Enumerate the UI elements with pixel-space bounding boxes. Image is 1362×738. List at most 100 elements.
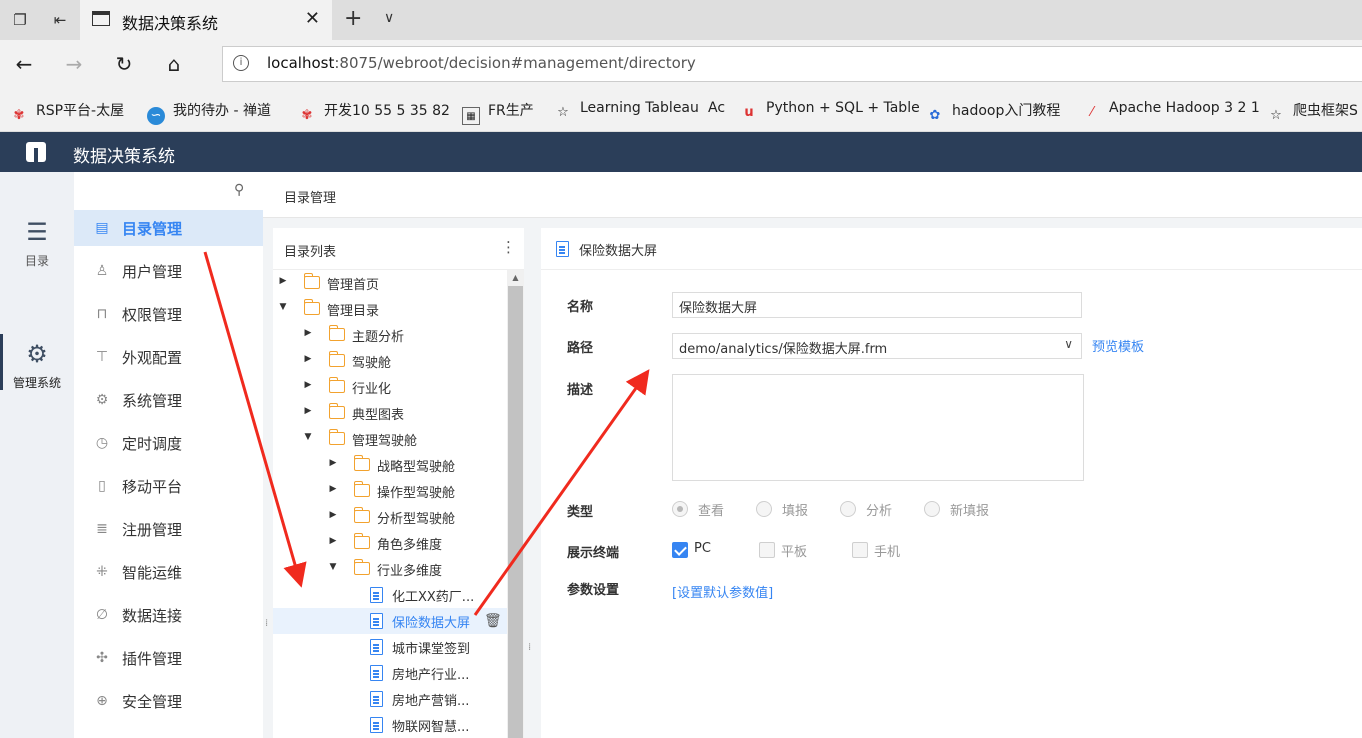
- menu-item-appearance[interactable]: ⊤ 外观配置: [74, 339, 263, 375]
- menu-item-data-connection[interactable]: ∅ 数据连接: [74, 597, 263, 633]
- folder-icon: [353, 455, 370, 471]
- tree-file-row[interactable]: 化工XX药厂...: [273, 582, 507, 608]
- gear-icon: ⚙: [26, 340, 48, 368]
- more-vertical-icon[interactable]: ⋮: [501, 238, 516, 256]
- back-arrow-icon[interactable]: ←: [12, 52, 36, 76]
- tab-list-chevron-icon[interactable]: ∨: [384, 10, 394, 26]
- menu-item-mobile[interactable]: ▯ 移动平台: [74, 468, 263, 504]
- bookmark-item[interactable]: Ac: [708, 100, 725, 120]
- scroll-thumb[interactable]: [508, 286, 523, 738]
- tab-actions-icon[interactable]: ❐: [10, 10, 30, 30]
- tree-file-row[interactable]: 物联网智慧...: [273, 712, 507, 738]
- bookmark-item[interactable]: ✾ RSP平台-太屋: [10, 100, 125, 123]
- management-menu: ⚲ ▤ 目录管理 ♙ 用户管理 ⊓ 权限管理 ⊤ 外观配置 ⚙ 系统管理 ◷ 定…: [74, 172, 263, 738]
- menu-item-schedule[interactable]: ◷ 定时调度: [74, 425, 263, 461]
- rail-item-directory[interactable]: ☰ 目录: [0, 218, 74, 269]
- browser-tab[interactable]: 数据决策系统 ✕: [80, 0, 332, 40]
- bookmark-item[interactable]: u Python + SQL + Table: [740, 100, 919, 120]
- description-textarea[interactable]: [672, 374, 1084, 481]
- tree-file-row[interactable]: 房地产行业...: [273, 660, 507, 686]
- menu-item-user[interactable]: ♙ 用户管理: [74, 253, 263, 289]
- menu-item-directory[interactable]: ▤ 目录管理: [74, 210, 263, 246]
- resize-handle-icon[interactable]: ⁞: [528, 642, 531, 653]
- name-input[interactable]: 保险数据大屏: [672, 292, 1082, 318]
- caret-right-icon[interactable]: ▶: [303, 380, 313, 390]
- radio-dot: [840, 501, 856, 517]
- site-info-icon[interactable]: i: [233, 55, 249, 71]
- set-aside-tabs-icon[interactable]: ⇤: [50, 10, 70, 30]
- refresh-icon[interactable]: ↻: [112, 52, 136, 76]
- caret-right-icon[interactable]: ▶: [278, 276, 288, 286]
- tree-folder-row[interactable]: ▶ 行业化: [273, 374, 507, 400]
- new-tab-icon[interactable]: +: [344, 6, 362, 31]
- folder-icon: [303, 299, 320, 315]
- menu-item-plugin[interactable]: ✣ 插件管理: [74, 640, 263, 676]
- close-tab-icon[interactable]: ✕: [305, 8, 320, 29]
- tree-title: 目录列表: [284, 245, 337, 260]
- menu-item-permission[interactable]: ⊓ 权限管理: [74, 296, 263, 332]
- tree-folder-row[interactable]: ▶ 战略型驾驶舱: [273, 452, 507, 478]
- set-default-params-link[interactable]: [设置默认参数值]: [672, 582, 773, 601]
- caret-down-icon[interactable]: ▼: [303, 432, 313, 442]
- bookmark-item[interactable]: ∽ 我的待办 - 禅道: [147, 100, 271, 125]
- tree-item-label: 物联网智慧...: [392, 720, 470, 735]
- scroll-up-arrow-icon[interactable]: ▲: [507, 270, 524, 286]
- tree-folder-row[interactable]: ▶ 驾驶舱: [273, 348, 507, 374]
- trash-icon[interactable]: 🗑: [484, 613, 502, 629]
- caret-right-icon[interactable]: ▶: [303, 354, 313, 364]
- caret-right-icon[interactable]: ▶: [328, 510, 338, 520]
- url-input[interactable]: i localhost:8075/webroot/decision#manage…: [222, 46, 1362, 82]
- tree-folder-row[interactable]: ▶ 角色多维度: [273, 530, 507, 556]
- huawei-logo-icon: ✾: [13, 108, 25, 123]
- content-area: 目录管理 目录列表 ⋮ ▶ 管理首页 ▼ 管理目录 ▶ 主题分析 ▶ 驾驶舱 ▶ 行业化 ▶ 典型图表…: [263, 172, 1362, 738]
- bookmark-item[interactable]: ☆ 爬虫框架S: [1267, 100, 1358, 123]
- tree-item-label: 保险数据大屏: [392, 616, 471, 631]
- caret-right-icon[interactable]: ▶: [303, 328, 313, 338]
- forward-arrow-icon[interactable]: →: [62, 52, 86, 76]
- tree-folder-row[interactable]: ▶ 分析型驾驶舱: [273, 504, 507, 530]
- tree-folder-row[interactable]: ▼ 行业多维度: [273, 556, 507, 582]
- tree-file-row[interactable]: 城市课堂签到: [273, 634, 507, 660]
- home-icon[interactable]: ⌂: [162, 52, 186, 76]
- rail-item-management[interactable]: ⚙ 管理系统: [0, 334, 74, 391]
- tree-folder-row[interactable]: ▶ 主题分析: [273, 322, 507, 348]
- path-select[interactable]: demo/analytics/保险数据大屏.frm ∨: [672, 333, 1082, 359]
- caret-down-icon[interactable]: ▼: [328, 562, 338, 572]
- menu-item-security[interactable]: ⊕ 安全管理: [74, 683, 263, 719]
- bookmark-item[interactable]: ✿ hadoop入门教程: [926, 100, 1061, 123]
- bookmark-item[interactable]: ⁄ Apache Hadoop 3 2 1: [1083, 100, 1260, 120]
- menu-item-register[interactable]: ≣ 注册管理: [74, 511, 263, 547]
- tree-folder-row[interactable]: ▼ 管理目录: [273, 296, 507, 322]
- tree-folder-row[interactable]: ▶ 管理首页: [273, 270, 507, 296]
- caret-right-icon[interactable]: ▶: [328, 484, 338, 494]
- tree-item-label: 行业多维度: [377, 564, 443, 579]
- tree-scrollbar[interactable]: ▲: [507, 270, 524, 738]
- bookmark-item[interactable]: ▦ FR生产: [462, 100, 534, 125]
- star-icon: ☆: [557, 105, 569, 120]
- browser-address-bar: ← → ↻ ⌂ i localhost:8075/webroot/decisio…: [0, 40, 1362, 88]
- radio-dot: [924, 501, 940, 517]
- caret-right-icon[interactable]: ▶: [328, 458, 338, 468]
- tree-file-row[interactable]: 保险数据大屏 🗑: [273, 608, 507, 634]
- bookmark-item[interactable]: ✾ 开发10 55 5 35 82: [298, 100, 450, 123]
- module-rail: ☰ 目录 ⚙ 管理系统: [0, 172, 74, 738]
- radio-dot: [672, 501, 688, 517]
- caret-right-icon[interactable]: ▶: [328, 536, 338, 546]
- bookmark-item[interactable]: ☆ Learning Tableau: [554, 100, 699, 120]
- window-icon: [92, 11, 110, 26]
- baidu-paw-icon: ✿: [929, 108, 941, 123]
- menu-item-system[interactable]: ⚙ 系统管理: [74, 382, 263, 418]
- browser-tab-bar: ❐ ⇤ 数据决策系统 ✕ + ∨: [0, 0, 1362, 40]
- detail-title: 保险数据大屏: [579, 244, 658, 259]
- app-logo-icon: [26, 142, 46, 162]
- pin-icon[interactable]: ⚲: [234, 182, 244, 198]
- resize-handle-icon[interactable]: ⁞: [265, 618, 268, 629]
- caret-right-icon[interactable]: ▶: [303, 406, 313, 416]
- tree-folder-row[interactable]: ▶ 操作型驾驶舱: [273, 478, 507, 504]
- tree-file-row[interactable]: 房地产营销...: [273, 686, 507, 712]
- menu-item-ops[interactable]: ⁜ 智能运维: [74, 554, 263, 590]
- tree-folder-row[interactable]: ▶ 典型图表: [273, 400, 507, 426]
- tree-folder-row[interactable]: ▼ 管理驾驶舱: [273, 426, 507, 452]
- caret-down-icon[interactable]: ▼: [278, 302, 288, 312]
- preview-template-link[interactable]: 预览模板: [1092, 336, 1144, 355]
